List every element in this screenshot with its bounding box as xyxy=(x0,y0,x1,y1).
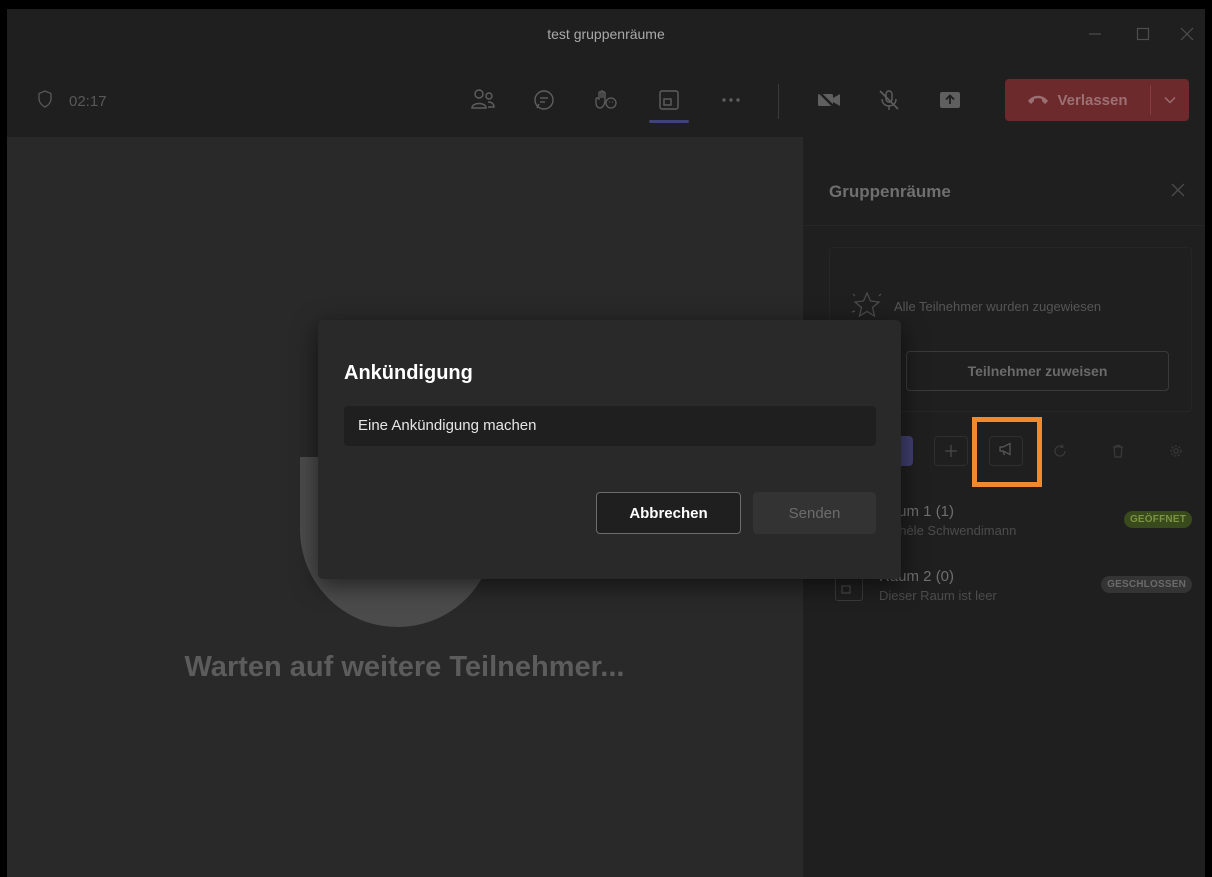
leave-options-button[interactable] xyxy=(1151,79,1189,121)
meeting-info: 02:17 xyxy=(37,90,107,112)
add-room-button[interactable] xyxy=(934,436,968,466)
assign-participants-button[interactable]: Teilnehmer zuweisen xyxy=(906,351,1169,391)
dialog-title: Ankündigung xyxy=(344,362,473,384)
status-badge: GEÖFFNET xyxy=(1123,511,1192,528)
title-bar: test gruppenräume xyxy=(7,9,1205,59)
panel-title: Gruppenräume xyxy=(829,182,951,201)
people-icon[interactable] xyxy=(466,85,500,115)
delete-room-icon[interactable] xyxy=(1101,436,1135,466)
chat-icon[interactable] xyxy=(527,85,561,115)
recreate-rooms-icon[interactable] xyxy=(1043,436,1077,466)
assign-info: Alle Teilnehmer wurden zugewiesen xyxy=(850,290,1101,323)
leave-button[interactable]: Verlassen xyxy=(1005,79,1150,121)
phone-hangup-icon xyxy=(1027,92,1049,109)
more-icon[interactable] xyxy=(714,85,748,115)
teams-meeting-window: test gruppenräume 02:17 Verlassen Warten… xyxy=(7,9,1205,877)
room-settings-gear-icon[interactable] xyxy=(1159,436,1193,466)
window-title: test gruppenräume xyxy=(547,26,665,42)
assign-info-text: Alle Teilnehmer wurden zugewiesen xyxy=(894,299,1102,314)
leave-button-group: Verlassen xyxy=(1005,79,1189,121)
cancel-button[interactable]: Abbrechen xyxy=(596,492,741,534)
leave-label: Verlassen xyxy=(1057,91,1128,109)
active-tab-indicator xyxy=(649,120,689,123)
raise-hand-icon[interactable] xyxy=(589,85,623,115)
highlight-box xyxy=(972,417,1042,487)
meeting-timer: 02:17 xyxy=(69,92,107,110)
panel-close-icon[interactable] xyxy=(1165,177,1191,203)
panel-header-divider xyxy=(803,225,1205,226)
room-participants: Dieser Raum ist leer xyxy=(879,588,997,603)
announcement-input[interactable] xyxy=(344,406,876,446)
waiting-message: Warten auf weitere Teilnehmer... xyxy=(184,651,625,683)
meeting-toolbar: 02:17 Verlassen xyxy=(7,59,1205,137)
share-icon[interactable] xyxy=(933,85,967,115)
minimize-icon[interactable] xyxy=(1081,21,1109,47)
toolbar-divider xyxy=(778,84,779,119)
mic-off-icon[interactable] xyxy=(872,85,906,115)
close-icon[interactable] xyxy=(1173,21,1201,47)
send-button[interactable]: Senden xyxy=(753,492,876,534)
camera-off-icon[interactable] xyxy=(812,85,846,115)
shield-icon xyxy=(37,90,53,112)
announcement-dialog: Ankündigung Abbrechen Senden xyxy=(318,320,901,579)
sparkle-star-icon xyxy=(850,290,884,323)
breakout-rooms-icon[interactable] xyxy=(652,85,686,115)
status-badge: GESCHLOSSEN xyxy=(1101,576,1192,593)
maximize-icon[interactable] xyxy=(1129,21,1157,47)
chevron-down-icon xyxy=(1164,91,1176,109)
